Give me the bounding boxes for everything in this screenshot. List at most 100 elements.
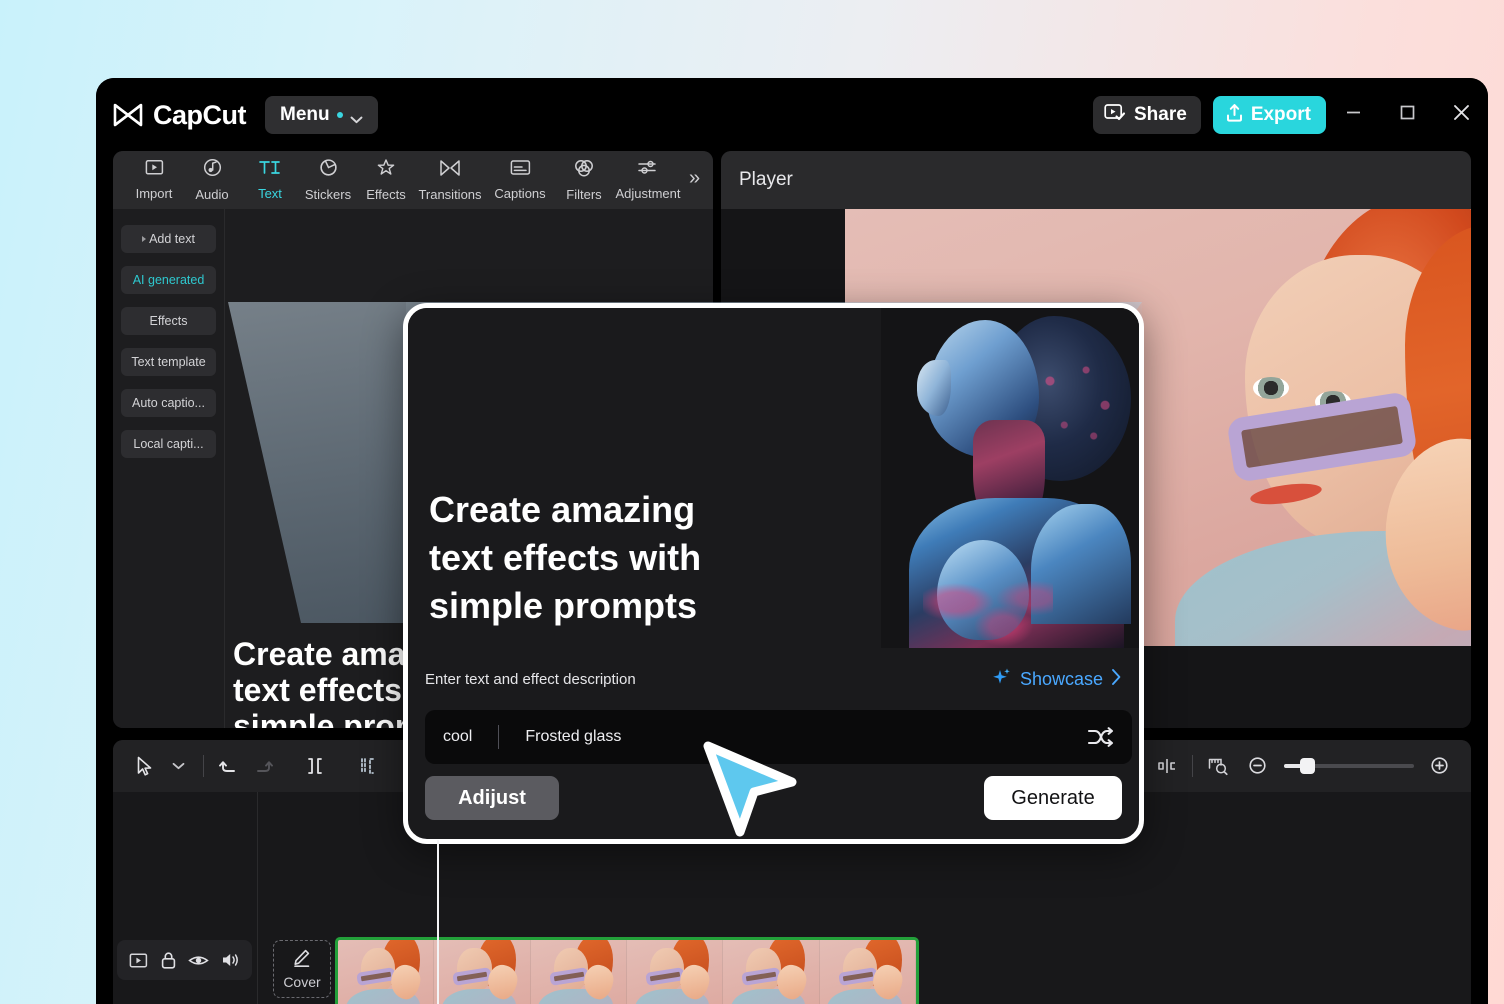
preview-eye-left xyxy=(1253,377,1289,399)
generate-button[interactable]: Generate xyxy=(984,776,1122,820)
sidebar-item-label: Auto captio... xyxy=(132,396,205,410)
app-brand-name: CapCut xyxy=(153,99,247,130)
sidebar-item-ai-generated[interactable]: AI generated xyxy=(121,266,216,294)
tab-captions[interactable]: Captions xyxy=(485,159,555,201)
mirror-icon[interactable] xyxy=(1150,749,1184,783)
select-tool-icon[interactable] xyxy=(127,749,161,783)
shuffle-icon[interactable] xyxy=(1086,725,1116,749)
prompt-input-divider xyxy=(498,725,500,749)
minimize-icon xyxy=(1344,103,1363,127)
captions-icon xyxy=(510,159,531,181)
split-alt-icon[interactable] xyxy=(350,749,384,783)
ai-text-effect-modal: Create amazing text effects with simple … xyxy=(403,303,1144,844)
cover-button[interactable]: Cover xyxy=(273,940,331,998)
clip-frame xyxy=(530,940,627,1004)
share-button-label: Share xyxy=(1134,104,1187,125)
tab-text[interactable]: Text xyxy=(241,159,299,201)
tab-adjustment[interactable]: Adjustment xyxy=(613,159,683,201)
sidebar-item-label: AI generated xyxy=(132,273,205,287)
lock-icon[interactable] xyxy=(160,951,177,970)
text-icon xyxy=(258,159,282,181)
minimize-button[interactable] xyxy=(1326,88,1380,142)
transitions-icon xyxy=(439,159,461,182)
showcase-label: Showcase xyxy=(1019,668,1103,689)
toolbar-divider-2 xyxy=(1192,755,1193,777)
close-button[interactable] xyxy=(1434,88,1488,142)
tab-effects[interactable]: Effects xyxy=(357,158,415,202)
sidebar-item-label: Text template xyxy=(131,355,206,369)
zoom-slider-handle[interactable] xyxy=(1300,758,1315,774)
tab-filters[interactable]: Filters xyxy=(555,159,613,202)
sidebar-item-text-template[interactable]: Text template xyxy=(121,348,216,376)
zoom-in-icon[interactable] xyxy=(1423,749,1457,783)
clip-frame xyxy=(626,940,724,1004)
cyborg-promo-image xyxy=(881,308,1139,648)
prompt-effect-value: Frosted glass xyxy=(525,728,622,745)
tab-stickers[interactable]: Stickers xyxy=(299,158,357,202)
sidebar-item-label: Local capti... xyxy=(133,437,204,451)
clip-frame xyxy=(434,940,531,1004)
toolbar-divider xyxy=(203,755,204,777)
stickers-icon xyxy=(319,158,338,182)
cyborg-circuit-glow xyxy=(923,570,1053,648)
modal-headline-line-1: Create amazing xyxy=(429,489,696,530)
close-icon xyxy=(1451,102,1472,128)
timeline-playhead[interactable] xyxy=(437,840,439,1004)
import-icon xyxy=(145,159,164,181)
split-icon[interactable] xyxy=(298,749,332,783)
tab-audio[interactable]: Audio xyxy=(183,158,241,202)
menu-notification-dot xyxy=(336,112,343,118)
tab-label: Text xyxy=(258,186,282,201)
maximize-button[interactable] xyxy=(1380,88,1434,142)
feature-tabbar: Import Audio Text Stickers Effects Trans… xyxy=(113,151,713,209)
tab-import[interactable]: Import xyxy=(125,159,183,201)
sidebar-item-local-captions[interactable]: Local capti... xyxy=(121,430,216,458)
tab-label: Audio xyxy=(195,187,229,202)
app-logo: CapCut xyxy=(113,99,247,131)
share-video-icon xyxy=(1104,103,1126,127)
redo-icon[interactable] xyxy=(246,749,280,783)
player-header: Player xyxy=(721,151,1471,209)
modal-headline-line-2: text effects with xyxy=(429,537,702,579)
expand-triangle-icon xyxy=(142,236,147,242)
chevron-down-icon xyxy=(350,111,363,124)
tab-label: Filters xyxy=(566,186,602,202)
sidebar-item-label: Effects xyxy=(149,314,188,328)
video-clip[interactable] xyxy=(335,937,919,1004)
menu-button[interactable]: Menu xyxy=(265,96,378,134)
tab-label: Captions xyxy=(494,186,546,201)
clip-frame xyxy=(819,940,916,1004)
eye-icon[interactable] xyxy=(188,953,209,968)
titlebar-right-group: Share Export xyxy=(1093,88,1488,142)
player-title: Player xyxy=(739,169,793,190)
tab-label: Transitions xyxy=(418,186,482,202)
prompt-input[interactable]: cool Frosted glass xyxy=(425,710,1132,764)
export-button[interactable]: Export xyxy=(1212,96,1326,134)
track-control-group xyxy=(117,940,252,980)
adjust-button[interactable]: Adijust xyxy=(425,776,559,820)
maximize-icon xyxy=(1398,103,1417,127)
fit-timeline-icon[interactable] xyxy=(1201,749,1235,783)
more-tabs-button[interactable]: » xyxy=(689,167,700,194)
showcase-link[interactable]: Showcase xyxy=(990,666,1122,693)
sidebar-item-auto-captions[interactable]: Auto captio... xyxy=(121,389,216,417)
sidebar-item-add-text[interactable]: Add text xyxy=(121,225,216,253)
sidebar-item-effects[interactable]: Effects xyxy=(121,307,216,335)
modal-prompt-bar: Enter text and effect description Showca… xyxy=(408,648,1139,710)
speaker-icon[interactable] xyxy=(220,951,240,969)
clip-frame xyxy=(338,940,435,1004)
tab-label: Effects xyxy=(366,187,406,202)
video-track-icon[interactable] xyxy=(129,952,149,969)
share-button[interactable]: Share xyxy=(1093,96,1201,134)
modal-hero: Create amazing text effects with simple … xyxy=(408,308,1139,648)
tool-dropdown-icon[interactable] xyxy=(161,749,195,783)
effects-icon xyxy=(376,158,396,182)
sparkle-icon xyxy=(990,666,1012,693)
prompt-text-value: cool xyxy=(443,728,473,745)
sidebar-item-label: Add text xyxy=(149,232,195,246)
tab-transitions[interactable]: Transitions xyxy=(415,159,485,202)
modal-headline-line-3: simple prompts xyxy=(429,585,698,627)
zoom-out-icon[interactable] xyxy=(1241,749,1275,783)
timeline-zoom-slider[interactable] xyxy=(1284,758,1414,774)
undo-icon[interactable] xyxy=(212,749,246,783)
